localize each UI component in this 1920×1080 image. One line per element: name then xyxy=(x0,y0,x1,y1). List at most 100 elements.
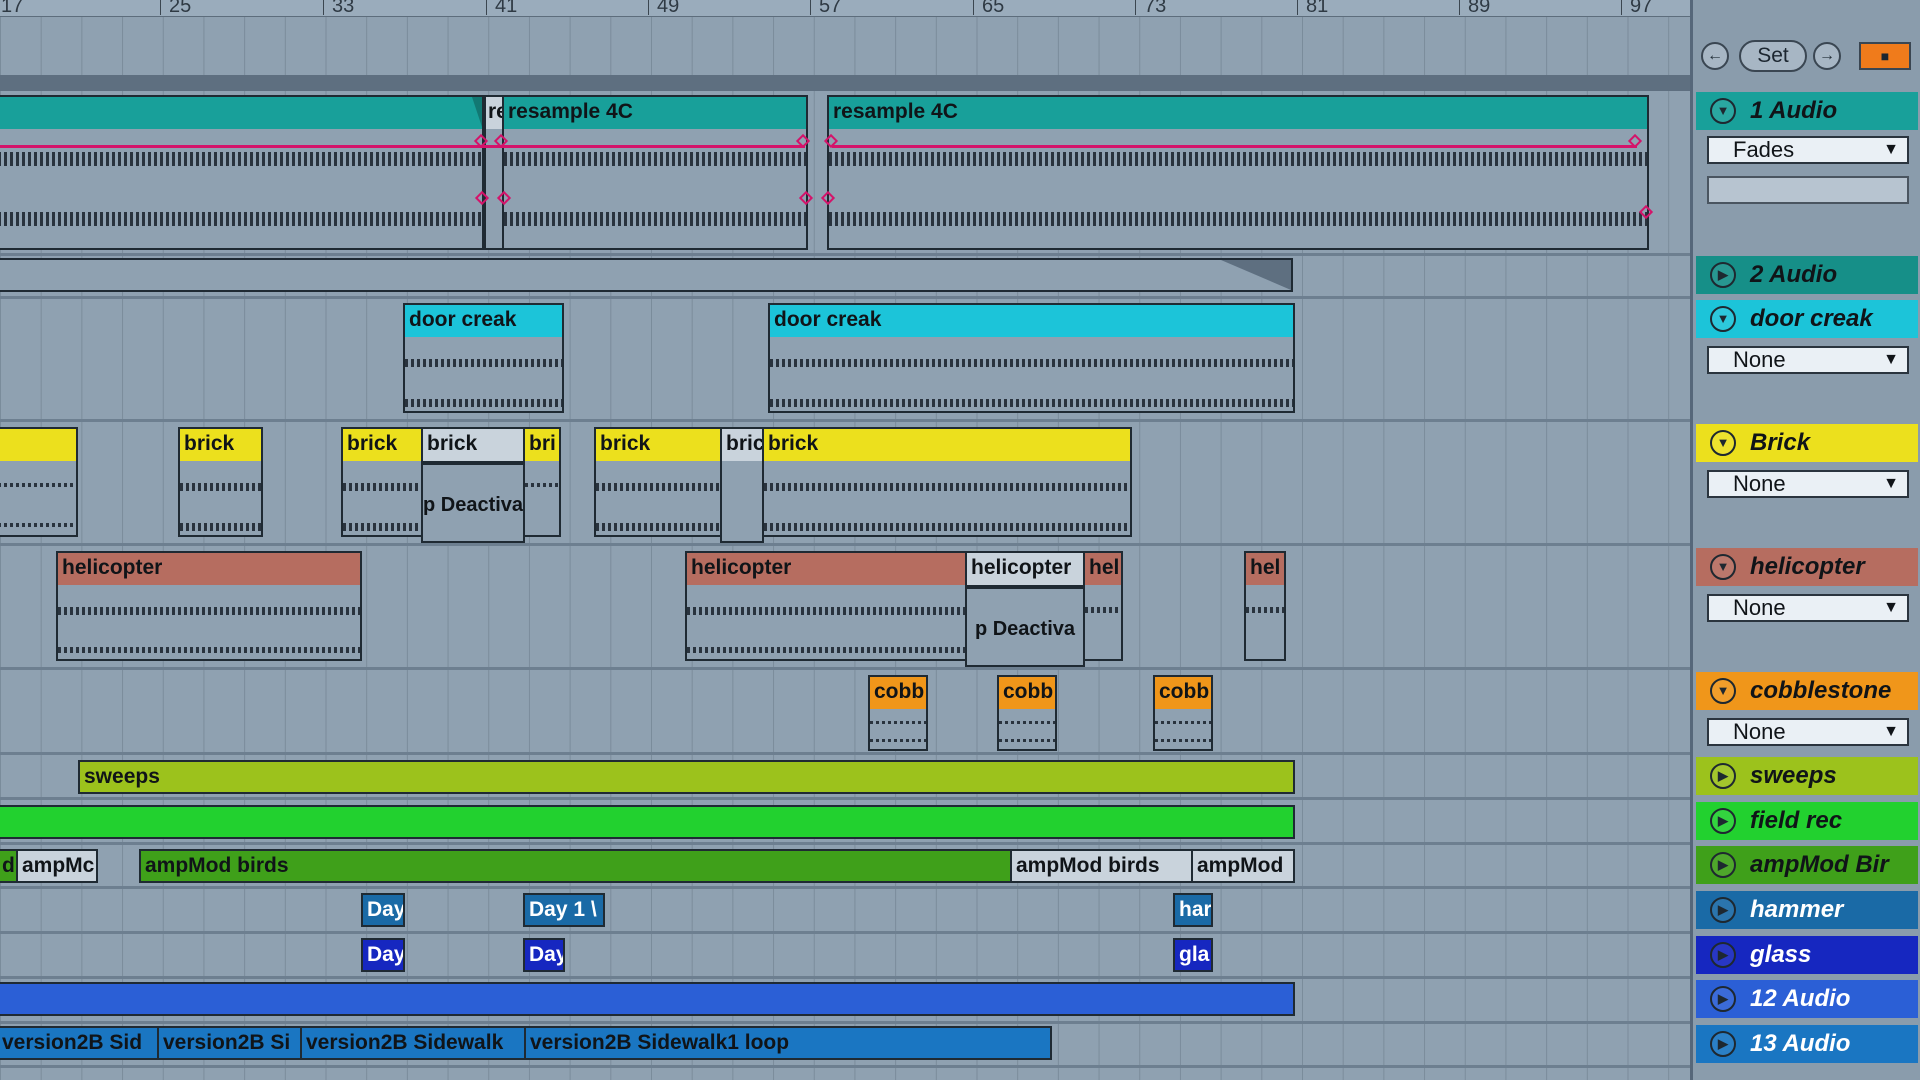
fold-down-icon[interactable]: ▼ xyxy=(1710,554,1736,580)
waveform xyxy=(687,607,965,615)
audio-clip[interactable]: version2B Si xyxy=(157,1026,302,1060)
audio-clip[interactable]: version2B Sid xyxy=(0,1026,159,1060)
audio-clip[interactable]: ampMod birds xyxy=(1010,849,1193,883)
fold-down-icon[interactable]: ▼ xyxy=(1710,678,1736,704)
track-header-2-audio[interactable]: ▶ 2 Audio xyxy=(1696,256,1918,294)
audio-clip[interactable] xyxy=(0,427,78,537)
audio-clip[interactable]: Day xyxy=(361,893,405,927)
audio-clip[interactable]: brick xyxy=(341,427,423,537)
audio-clip[interactable]: door creak xyxy=(403,303,564,413)
audio-clip[interactable]: sweeps xyxy=(78,760,1295,794)
fold-right-icon[interactable]: ▶ xyxy=(1710,262,1736,288)
track-header-glass[interactable]: ▶ glass xyxy=(1696,936,1918,974)
fold-right-icon[interactable]: ▶ xyxy=(1710,1031,1736,1057)
track-header-helicopter[interactable]: ▼ helicopter None ▼ xyxy=(1696,548,1918,668)
fade-envelope[interactable] xyxy=(832,145,1637,148)
bar-ruler[interactable]: 17 25 33 41 49 57 65 73 81 89 97 xyxy=(0,0,1690,17)
fold-down-icon[interactable]: ▼ xyxy=(1710,306,1736,332)
ruler-bar-97: 97 xyxy=(1621,0,1652,16)
track-header-cobblestone[interactable]: ▼ cobblestone None ▼ xyxy=(1696,672,1918,752)
fold-down-icon[interactable]: ▼ xyxy=(1710,430,1736,456)
fold-right-icon[interactable]: ▶ xyxy=(1710,763,1736,789)
audio-clip[interactable] xyxy=(0,805,1295,839)
waveform xyxy=(770,359,1293,367)
audio-clip[interactable]: version2B Sidewalk xyxy=(300,1026,526,1060)
waveform xyxy=(343,483,421,491)
audio-clip[interactable]: bri xyxy=(523,427,561,537)
fold-right-icon[interactable]: ▶ xyxy=(1710,942,1736,968)
audio-clip[interactable]: helicopter xyxy=(56,551,362,661)
automation-selector[interactable]: None ▼ xyxy=(1707,718,1909,746)
waveform xyxy=(829,212,1647,226)
audio-clip[interactable]: har xyxy=(1173,893,1213,927)
automation-selector[interactable]: None ▼ xyxy=(1707,594,1909,622)
audio-clip[interactable]: bric xyxy=(720,427,764,543)
audio-clip[interactable]: cobb xyxy=(1153,675,1213,751)
track-header-1-audio[interactable]: ▼ 1 Audio Fades ▼ xyxy=(1696,92,1918,252)
audio-clip[interactable]: resample 4C xyxy=(502,95,808,250)
audio-clip[interactable]: door creak xyxy=(768,303,1295,413)
fades-selector[interactable]: Fades ▼ xyxy=(1707,136,1909,164)
waveform xyxy=(764,523,1130,531)
audio-clip[interactable]: brick xyxy=(762,427,1132,537)
audio-clip[interactable] xyxy=(0,258,1293,292)
fade-envelope[interactable] xyxy=(0,145,520,148)
fold-down-icon[interactable]: ▼ xyxy=(1710,98,1736,124)
audio-clip[interactable]: gla xyxy=(1173,938,1213,972)
audio-clip[interactable]: Day 1 \ xyxy=(523,893,605,927)
track-header-hammer[interactable]: ▶ hammer xyxy=(1696,891,1918,929)
track-header-field-rec[interactable]: ▶ field rec xyxy=(1696,802,1918,840)
track-header-12-audio[interactable]: ▶ 12 Audio xyxy=(1696,980,1918,1018)
audio-clip[interactable]: ampMod birds xyxy=(139,849,1012,883)
audio-clip[interactable]: hel xyxy=(1083,551,1123,661)
locator-band[interactable] xyxy=(0,75,1690,91)
left-arrow-icon[interactable]: ← xyxy=(1701,42,1729,70)
audio-clip[interactable]: helicopter xyxy=(965,551,1085,587)
right-arrow-icon[interactable]: → xyxy=(1813,42,1841,70)
deactivated-clip[interactable]: p Deactiva xyxy=(421,463,525,543)
audio-clip[interactable]: ampMc xyxy=(16,849,98,883)
dropdown-arrow-icon: ▼ xyxy=(1883,599,1899,616)
audio-clip[interactable]: hel xyxy=(1244,551,1286,661)
fade-envelope[interactable] xyxy=(520,145,805,148)
audio-clip[interactable]: version2B Sidewalk1 loop xyxy=(524,1026,1052,1060)
audio-clip[interactable]: helicopter xyxy=(685,551,967,661)
value-field[interactable] xyxy=(1707,176,1909,204)
ruler-bar-81: 81 xyxy=(1297,0,1328,16)
lock-icon[interactable]: ■ xyxy=(1859,42,1911,70)
waveform xyxy=(0,212,482,226)
deactivated-clip[interactable]: p Deactiva xyxy=(965,587,1085,667)
fold-right-icon[interactable]: ▶ xyxy=(1710,808,1736,834)
audio-clip[interactable] xyxy=(0,982,1295,1016)
lane-separator xyxy=(0,976,1690,979)
lane-separator xyxy=(0,752,1690,755)
audio-clip[interactable]: brick xyxy=(178,427,263,537)
track-header-sweeps[interactable]: ▶ sweeps xyxy=(1696,757,1918,795)
waveform xyxy=(180,523,261,531)
track-header-13-audio[interactable]: ▶ 13 Audio xyxy=(1696,1025,1918,1063)
track-header-door-creak[interactable]: ▼ door creak None ▼ xyxy=(1696,300,1918,420)
waveform xyxy=(1155,739,1211,742)
audio-clip[interactable]: ampMod xyxy=(1191,849,1295,883)
audio-clip[interactable]: Day xyxy=(361,938,405,972)
track-header-ampmod[interactable]: ▶ ampMod Bir xyxy=(1696,846,1918,884)
set-locator-button[interactable]: Set xyxy=(1739,40,1807,72)
fold-right-icon[interactable]: ▶ xyxy=(1710,986,1736,1012)
waveform xyxy=(0,152,482,166)
audio-clip[interactable]: cobb xyxy=(868,675,928,751)
audio-clip[interactable]: brick xyxy=(594,427,722,537)
track-header-brick[interactable]: ▼ Brick None ▼ xyxy=(1696,424,1918,544)
audio-clip[interactable]: re xyxy=(484,95,504,250)
audio-clip[interactable]: resample 4C xyxy=(827,95,1649,250)
waveform xyxy=(405,399,562,407)
audio-clip[interactable] xyxy=(0,95,484,250)
audio-clip[interactable]: cobb xyxy=(997,675,1057,751)
automation-selector[interactable]: None ▼ xyxy=(1707,470,1909,498)
fold-right-icon[interactable]: ▶ xyxy=(1710,897,1736,923)
lane-separator xyxy=(0,419,1690,422)
fold-right-icon[interactable]: ▶ xyxy=(1710,852,1736,878)
automation-selector[interactable]: None ▼ xyxy=(1707,346,1909,374)
audio-clip[interactable]: Day xyxy=(523,938,565,972)
audio-clip[interactable]: brick xyxy=(421,427,525,463)
arrangement-view[interactable]: 17 25 33 41 49 57 65 73 81 89 97 re resa… xyxy=(0,0,1690,1080)
